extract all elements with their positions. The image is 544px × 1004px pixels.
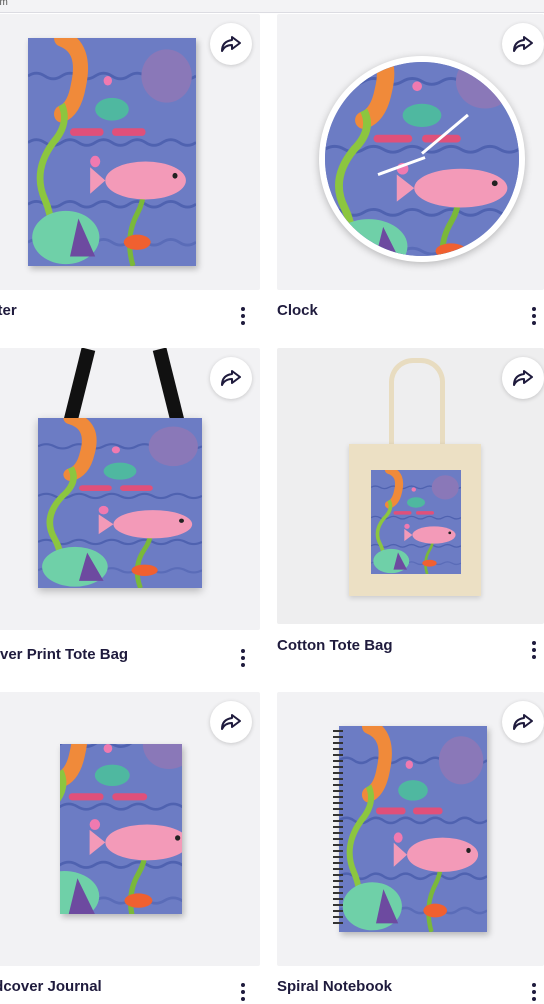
spiral-binding bbox=[333, 730, 343, 928]
dot bbox=[532, 990, 536, 994]
more-options-button[interactable] bbox=[234, 646, 252, 670]
cotton-tote-print bbox=[371, 470, 461, 574]
product-card-spiral-notebook[interactable]: Spiral Notebook bbox=[277, 692, 544, 1001]
dot bbox=[532, 655, 536, 659]
dot bbox=[241, 990, 245, 994]
poster-artwork bbox=[28, 38, 196, 266]
notebook-artwork bbox=[339, 726, 487, 932]
share-button[interactable] bbox=[210, 701, 252, 743]
more-options-button[interactable] bbox=[525, 304, 543, 328]
dot bbox=[241, 983, 245, 987]
more-options-button[interactable] bbox=[234, 980, 252, 1004]
dot bbox=[532, 648, 536, 652]
share-button[interactable] bbox=[210, 23, 252, 65]
product-image[interactable] bbox=[277, 348, 544, 624]
product-title[interactable]: ardcover Journal bbox=[0, 978, 102, 995]
share-arrow-icon bbox=[221, 36, 241, 52]
product-title[interactable]: Spiral Notebook bbox=[277, 978, 392, 995]
dot bbox=[532, 307, 536, 311]
dot bbox=[241, 663, 245, 667]
dot bbox=[241, 997, 245, 1001]
product-title[interactable]: l Over Print Tote Bag bbox=[0, 646, 128, 663]
more-options-button[interactable] bbox=[525, 638, 543, 662]
tote-handle-right bbox=[152, 348, 186, 427]
dot bbox=[532, 997, 536, 1001]
product-card-hardcover-journal[interactable]: ardcover Journal bbox=[0, 692, 260, 1001]
share-button[interactable] bbox=[502, 23, 544, 65]
tote-handle-left bbox=[62, 348, 96, 427]
share-arrow-icon bbox=[513, 36, 533, 52]
share-arrow-icon bbox=[513, 714, 533, 730]
share-button[interactable] bbox=[502, 357, 544, 399]
share-arrow-icon bbox=[221, 370, 241, 386]
share-arrow-icon bbox=[221, 714, 241, 730]
url-fragment: om bbox=[0, 0, 8, 8]
product-image[interactable] bbox=[277, 14, 544, 290]
product-card-poster[interactable]: oster bbox=[0, 14, 260, 334]
dot bbox=[241, 321, 245, 325]
product-title[interactable]: Clock bbox=[277, 302, 318, 319]
product-title[interactable]: oster bbox=[0, 302, 17, 319]
share-arrow-icon bbox=[513, 370, 533, 386]
browser-url-strip: om bbox=[0, 0, 544, 13]
dot bbox=[241, 649, 245, 653]
dot bbox=[241, 314, 245, 318]
product-image[interactable] bbox=[277, 692, 544, 966]
more-options-button[interactable] bbox=[234, 304, 252, 328]
dot bbox=[532, 641, 536, 645]
journal-artwork bbox=[60, 744, 182, 914]
clock-face bbox=[319, 56, 525, 262]
dot bbox=[241, 307, 245, 311]
product-card-aop-tote[interactable]: l Over Print Tote Bag bbox=[0, 348, 260, 673]
product-title[interactable]: Cotton Tote Bag bbox=[277, 637, 393, 654]
dot bbox=[241, 656, 245, 660]
share-button[interactable] bbox=[210, 357, 252, 399]
more-options-button[interactable] bbox=[525, 980, 543, 1004]
tote-artwork bbox=[38, 418, 202, 588]
share-button[interactable] bbox=[502, 701, 544, 743]
dot bbox=[532, 321, 536, 325]
product-card-clock[interactable]: Clock bbox=[277, 14, 544, 334]
dot bbox=[532, 314, 536, 318]
product-card-cotton-tote[interactable]: Cotton Tote Bag bbox=[277, 348, 544, 673]
cotton-tote-body bbox=[349, 444, 481, 596]
dot bbox=[532, 983, 536, 987]
